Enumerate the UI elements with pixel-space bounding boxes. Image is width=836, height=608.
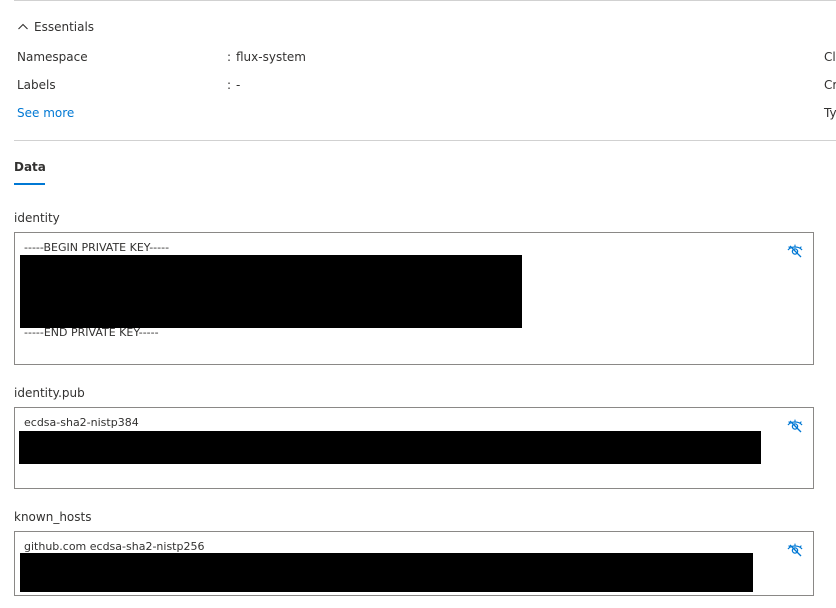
identity-begin-line: -----BEGIN PRIVATE KEY-----	[24, 241, 170, 254]
labels-colon: :	[227, 78, 232, 92]
known-hosts-value-box[interactable]: github.com ecdsa-sha2-nistp256	[14, 531, 814, 596]
top-divider	[14, 0, 836, 1]
right-column-label-2: Cr	[824, 78, 836, 92]
essentials-divider	[14, 140, 836, 141]
secret-details-page: Essentials Namespace : flux-system Label…	[0, 0, 836, 608]
known-hosts-host-line: github.com ecdsa-sha2-nistp256	[24, 540, 205, 553]
eye-hide-icon[interactable]	[787, 243, 803, 259]
eye-hide-icon[interactable]	[787, 418, 803, 434]
namespace-value: flux-system	[236, 50, 306, 64]
eye-hide-icon[interactable]	[787, 542, 803, 558]
identity-end-line: -----END PRIVATE KEY-----	[24, 326, 159, 339]
known-hosts-label: known_hosts	[14, 510, 92, 524]
identity-pub-label: identity.pub	[14, 386, 85, 400]
identity-value-box[interactable]: -----BEGIN PRIVATE KEY----- -----END PRI…	[14, 232, 814, 365]
identity-redaction	[20, 255, 522, 328]
identity-pub-value-box[interactable]: ecdsa-sha2-nistp384	[14, 407, 814, 489]
tab-data-selected-indicator	[14, 183, 45, 185]
identity-pub-redaction	[19, 431, 761, 464]
right-column-label-1: Cl	[824, 50, 836, 64]
labels-label: Labels	[17, 78, 56, 92]
labels-value: -	[236, 78, 241, 92]
essentials-toggle[interactable]: Essentials	[17, 18, 94, 36]
known-hosts-redaction	[20, 553, 753, 592]
identity-pub-key-type: ecdsa-sha2-nistp384	[24, 416, 139, 429]
see-more-link[interactable]: See more	[17, 106, 74, 120]
namespace-colon: :	[227, 50, 232, 64]
tab-data[interactable]: Data	[14, 160, 46, 174]
chevron-up-icon	[18, 23, 28, 30]
identity-label: identity	[14, 211, 60, 225]
namespace-label: Namespace	[17, 50, 88, 64]
essentials-title: Essentials	[34, 20, 95, 34]
right-column-label-3: Ty	[824, 106, 836, 120]
